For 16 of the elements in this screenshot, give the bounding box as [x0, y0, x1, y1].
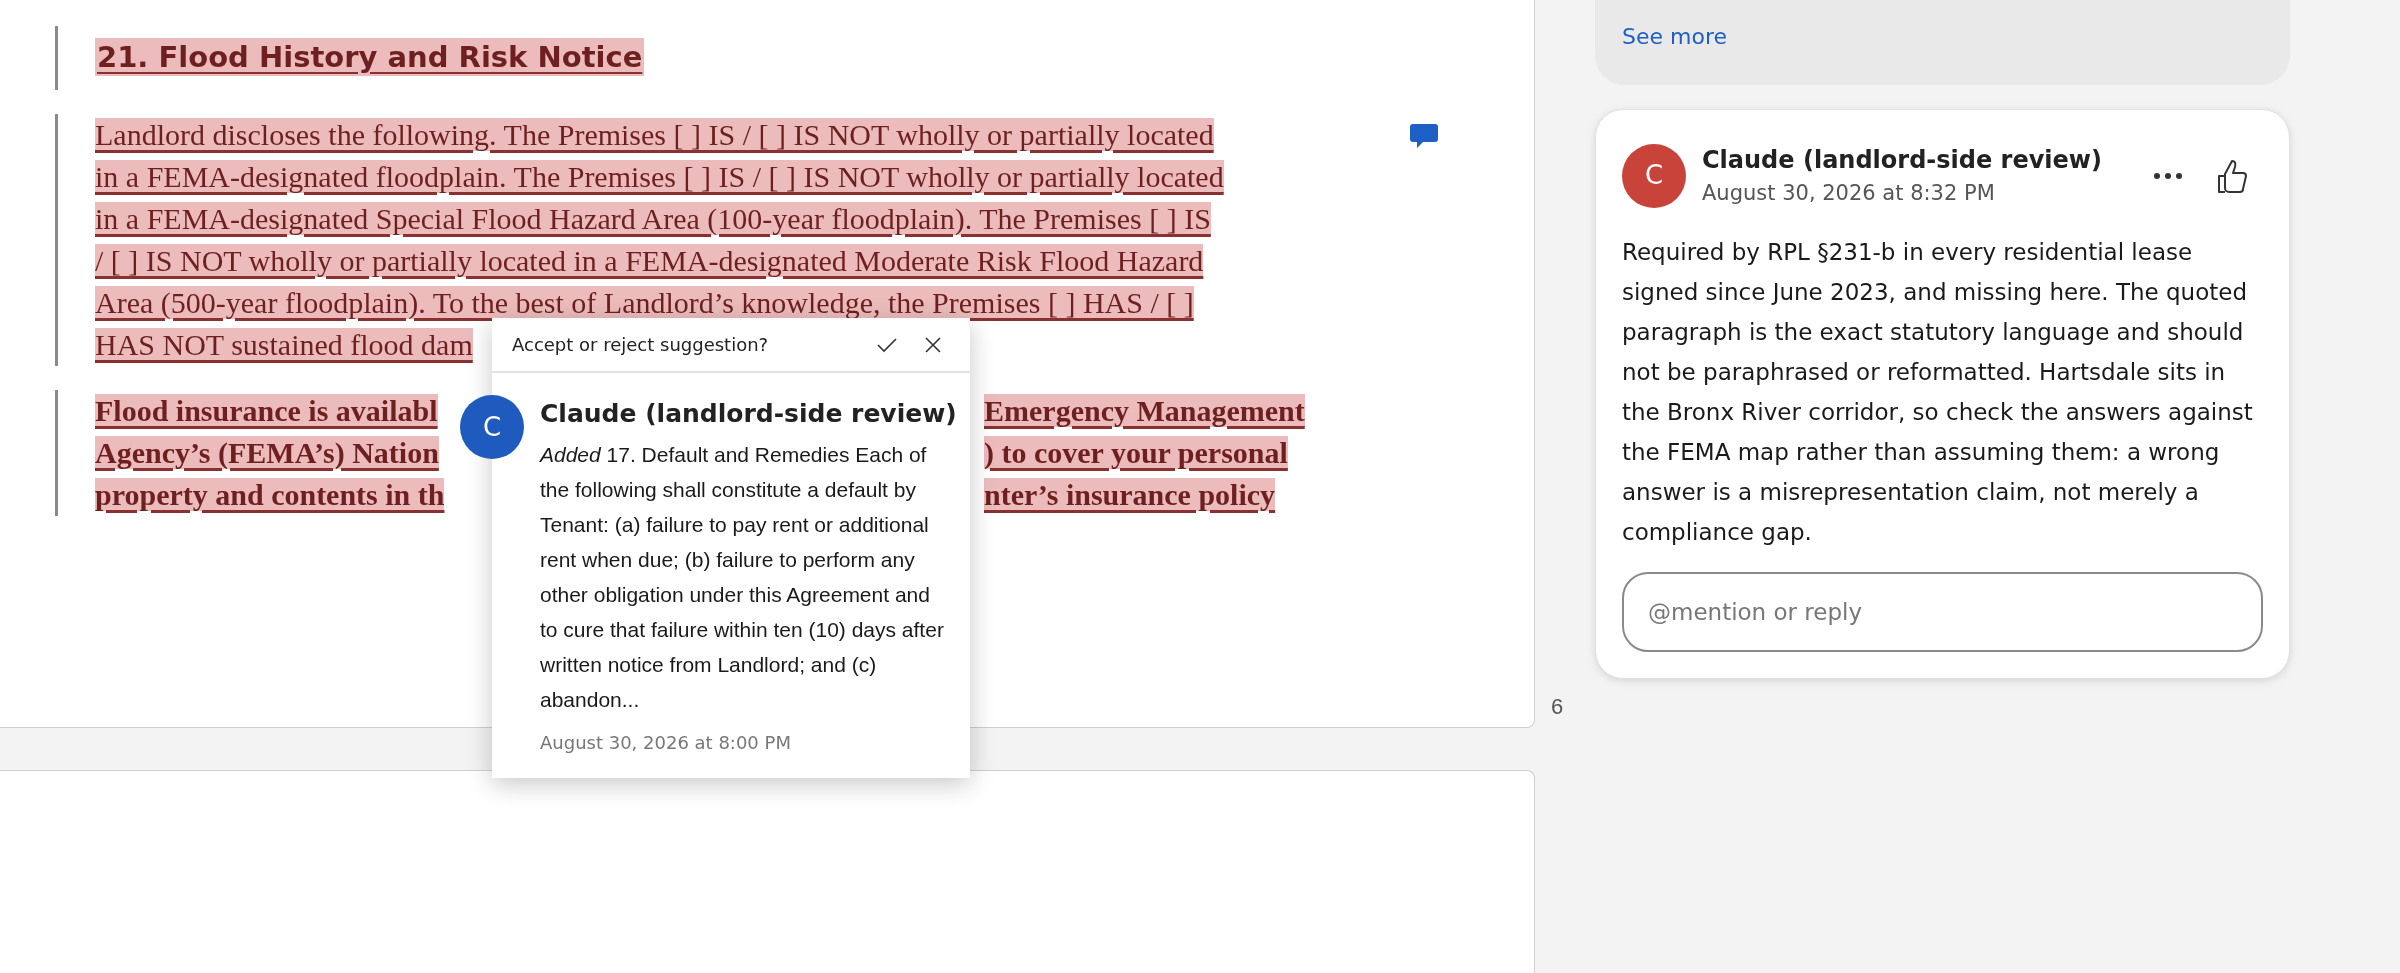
- section-heading: 21. Flood History and Risk Notice: [95, 38, 645, 76]
- close-icon: [924, 335, 942, 354]
- suggestion-text: Added 17. Default and Remedies Each of the following shall constitute a default by Tenant: (a) failure to pay rent or additional rent when due; (b) failure to perform any other obligation under this Agreement and to cure that failure within ten (10) days after written notice from Landlord; and (c) abandon...: [540, 441, 945, 713]
- avatar: C: [460, 395, 524, 459]
- more-options-icon[interactable]: [2153, 171, 2183, 180]
- author-name: Claude (landlord-side review): [1702, 145, 2103, 176]
- see-more-link[interactable]: See more: [1622, 24, 1727, 49]
- check-icon: [876, 336, 898, 353]
- timestamp: August 30, 2026 at 8:32 PM: [1702, 180, 1996, 207]
- avatar: C: [1622, 143, 1686, 208]
- timestamp: August 30, 2026 at 8:00 PM: [540, 730, 792, 755]
- reply-field[interactable]: @mention or reply: [1622, 571, 2263, 652]
- page-number: 6: [1551, 693, 1565, 721]
- comment-text: Required by RPL §231-b in every residential lease signed since June 2023, and missing here. The quoted paragraph is the exact statutory language and should not be paraphrased or reformatted. Hartsdale sits in the Bronx River corridor, so check the answers against the FEMA map rather than assuming them: a wrong answer is a misrepresentation claim, not merely a compliance gap.: [1622, 237, 2254, 547]
- popup-title: Accept or reject suggestion?: [512, 333, 770, 357]
- comment-icon[interactable]: [1409, 121, 1439, 150]
